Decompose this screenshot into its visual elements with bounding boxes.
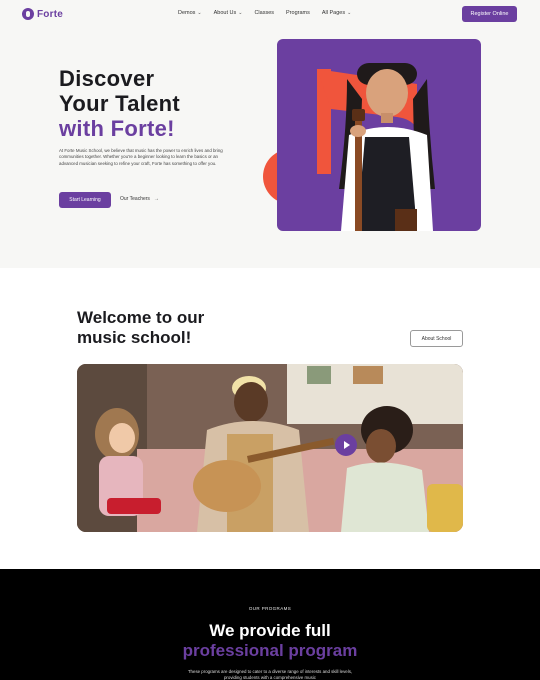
hero-title-line: Discover [59,66,155,91]
nav-item-label: Programs [286,10,310,16]
video-player[interactable] [77,364,463,532]
logo-text: Forte [37,8,63,20]
nav-item-demos[interactable]: Demos ⌄ [178,10,202,16]
hand [350,125,366,137]
guitar-head [352,109,365,121]
hero-description: At Forte Music School, we believe that m… [59,148,223,166]
chevron-down-icon: ⌄ [238,10,243,16]
top-nav: Forte Demos ⌄ About Us ⌄ Classes Program… [0,0,540,28]
picture-frame [307,366,331,384]
programs-title-highlight: professional program [182,641,358,660]
programs-eyebrow: OUR PROGRAMS [248,606,292,611]
nav-item-label: All Pages [321,10,346,16]
face [366,69,408,117]
our-teachers-link[interactable]: Our Teachers → [120,196,159,202]
chevron-down-icon: ⌄ [197,10,202,16]
picture-frame [353,366,383,384]
hero-image [277,39,481,231]
hero-title-line: Your Talent [59,91,181,116]
nav-item-label: About Us [213,10,237,16]
play-button[interactable] [335,434,357,456]
hero-title-highlight: with Forte! [59,116,175,141]
about-school-button[interactable]: About School [410,330,463,347]
welcome-title-line: music school! [77,328,192,347]
yellow-pillow [427,484,463,532]
chevron-down-icon: ⌄ [347,10,352,16]
nav-item-classes[interactable]: Classes [254,10,274,16]
nav-item-label: Classes [254,10,275,16]
guitarist-illustration [317,63,435,231]
welcome-title: Welcome to our music school! [77,308,204,348]
programs-description: These programs are designed to cater to … [187,669,353,680]
nav-item-label: Demos [178,10,196,16]
programs-title-line: We provide full [209,621,331,640]
welcome-section: Welcome to our music school! About Schoo… [0,268,540,569]
guitar-body [193,460,261,512]
play-icon [344,441,350,449]
hero-section: Discover Your Talent with Forte! At Fort… [0,28,540,268]
guitar-body [395,209,417,231]
logo[interactable]: Forte [22,8,63,20]
hero-title: Discover Your Talent with Forte! [59,66,180,141]
welcome-title-line: Welcome to our [77,308,205,327]
man-face [234,382,268,422]
girl-face [109,423,135,453]
start-learning-button[interactable]: Start Learning [59,192,111,208]
programs-title: We provide full professional program [0,621,540,661]
neck [381,113,393,123]
main-menu: Demos ⌄ About Us ⌄ Classes Programs All … [178,10,351,16]
our-teachers-label: Our Teachers [120,196,150,202]
arrow-right-icon: → [153,196,159,202]
nav-item-about-us[interactable]: About Us ⌄ [214,10,243,16]
child-face [366,429,396,463]
logo-icon [22,8,34,20]
red-toy-guitar [107,498,161,514]
nav-item-all-pages[interactable]: All Pages ⌄ [322,10,351,16]
nav-item-programs[interactable]: Programs [286,10,310,16]
video-thumbnail [77,364,463,532]
programs-section: OUR PROGRAMS We provide full professiona… [0,569,540,680]
child-hoodie [341,462,429,532]
register-online-button[interactable]: Register Online [462,6,517,22]
